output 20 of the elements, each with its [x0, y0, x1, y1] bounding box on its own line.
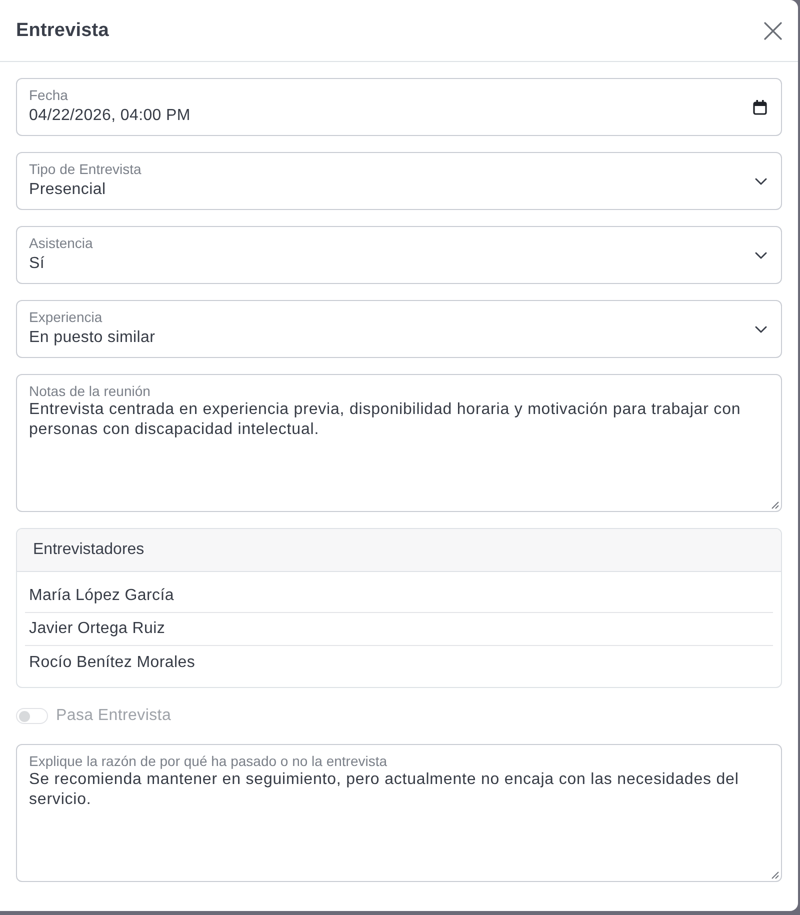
textarea-field[interactable]: Notas de la reunión Entrevista centrada en experiencia previa, disponibilidad horaria y motivación para trabajar con personas con discapacidad intelectual.	[16, 374, 782, 512]
interviewer-name: María López García	[25, 580, 773, 613]
resize-grip-icon[interactable]	[771, 501, 779, 509]
date-field[interactable]: Fecha 04/22/2026, 04:00 PM	[16, 78, 782, 136]
select-field[interactable]: Experiencia En puesto similar	[16, 300, 782, 358]
select-field[interactable]: Tipo de Entrevista Presencial	[16, 152, 782, 210]
close-icon	[764, 22, 782, 40]
interviewer-name: Javier Ortega Ruiz	[25, 613, 773, 646]
chevron-down-icon	[755, 178, 767, 184]
resize-grip-icon[interactable]	[771, 871, 779, 879]
toggle-label: Pasa Entrevista	[56, 707, 172, 725]
calendar-icon	[753, 100, 767, 114]
reason-field[interactable]: Explique la razón de por qué ha pasado o no la entrevista Se recomienda mantener en seguimiento, pero actualmente no encaja con las necesidades del servicio.	[16, 744, 782, 882]
card-header: Entrevistadores	[17, 529, 781, 572]
modal-title: Entrevista	[16, 20, 109, 42]
interviewer-name: Rocío Benítez Morales	[28, 652, 196, 672]
select-field[interactable]: Asistencia Sí	[16, 226, 782, 284]
chevron-down-icon	[755, 252, 767, 258]
chevron-down-icon	[755, 326, 767, 332]
close-button[interactable]	[764, 22, 782, 40]
